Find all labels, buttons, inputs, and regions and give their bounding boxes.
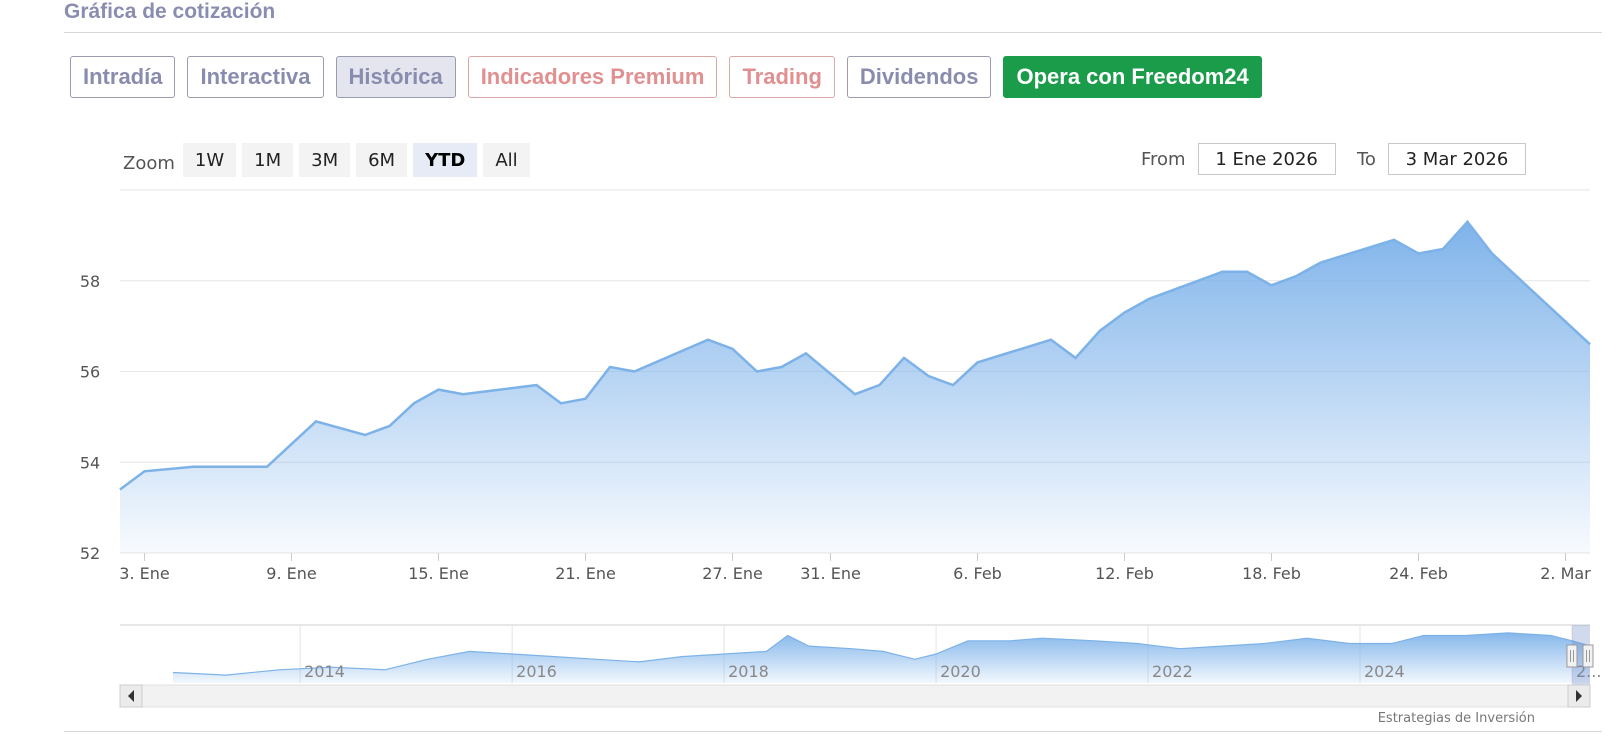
x-tick-label: 2. Mar (1540, 564, 1591, 583)
price-chart: 52 54 56 58 3. Ene 9. Ene 15. Ene 21. Ene 27. E… (80, 189, 1601, 708)
x-tick-label: 27. Ene (702, 564, 763, 583)
navigator-year-label: 2014 (304, 662, 345, 681)
x-tick-label: 3. Ene (119, 564, 169, 583)
y-tick-label: 52 (80, 544, 100, 563)
navigator-year-label: 2024 (1364, 662, 1405, 681)
x-tick-label: 12. Feb (1095, 564, 1154, 583)
navigator-left-handle[interactable] (1566, 644, 1578, 668)
x-tick-label: 18. Feb (1242, 564, 1301, 583)
y-tick-label: 58 (80, 272, 100, 291)
x-tick-label: 31. Ene (800, 564, 861, 583)
y-tick-label: 56 (80, 363, 100, 382)
scroll-left-arrow-icon[interactable] (119, 684, 143, 708)
x-tick-label: 15. Ene (408, 564, 469, 583)
navigator-year-label: 2020 (940, 662, 981, 681)
price-area-fill (120, 221, 1590, 554)
x-tick-label: 21. Ene (555, 564, 616, 583)
navigator-year-label: 2018 (728, 662, 769, 681)
chart-credit[interactable]: Estrategias de Inversión (1378, 711, 1535, 726)
navigator-right-handle[interactable] (1582, 644, 1594, 668)
y-tick-label: 54 (80, 453, 100, 472)
x-tick-label: 6. Feb (953, 564, 1002, 583)
bottom-divider (64, 731, 1602, 732)
navigator-year-label: 2016 (516, 662, 557, 681)
x-tick-label: 9. Ene (266, 564, 316, 583)
scroll-right-arrow-icon[interactable] (1567, 684, 1591, 708)
x-tick-label: 24. Feb (1389, 564, 1448, 583)
scrollbar-track[interactable] (119, 684, 1591, 708)
navigator-year-label: 2022 (1152, 662, 1193, 681)
